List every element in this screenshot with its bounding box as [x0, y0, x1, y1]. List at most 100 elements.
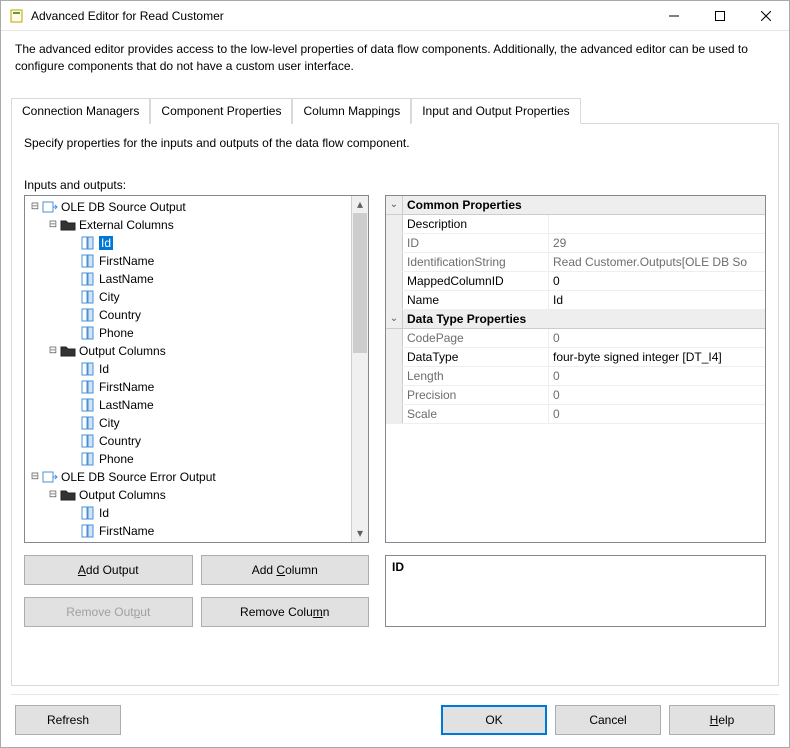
button-bar: Refresh OK Cancel Help — [1, 695, 789, 747]
column-icon — [80, 415, 96, 431]
collapse-icon[interactable]: ⊟ — [47, 345, 59, 356]
remove-output-button: Remove Output — [24, 597, 193, 627]
property-grid[interactable]: ⌄Common Properties Description ID29 Iden… — [385, 195, 766, 543]
scroll-thumb[interactable] — [353, 213, 367, 353]
column-icon — [80, 433, 96, 449]
prop-row-scale[interactable]: Scale0 — [386, 405, 765, 424]
folder-icon — [60, 487, 76, 503]
column-icon — [80, 235, 96, 251]
collapse-icon[interactable]: ⌄ — [386, 196, 403, 214]
window: Advanced Editor for Read Customer The ad… — [0, 0, 790, 748]
tree-item-label: FirstName — [99, 380, 154, 394]
tree-item[interactable]: FirstName — [27, 522, 368, 540]
tab-component-properties[interactable]: Component Properties — [150, 98, 292, 124]
tree-node-error-output[interactable]: ⊟ OLE DB Source Error Output — [27, 468, 368, 486]
close-button[interactable] — [743, 1, 789, 31]
collapse-icon[interactable]: ⊟ — [47, 219, 59, 230]
tab-strip: Connection Managers Component Properties… — [1, 97, 789, 123]
tree-item[interactable]: Country — [27, 306, 368, 324]
tree-item[interactable]: Country — [27, 432, 368, 450]
tree-node-label: Output Columns — [79, 488, 166, 502]
tree-node-label: External Columns — [79, 218, 174, 232]
tree-item[interactable]: City — [27, 414, 368, 432]
tab-input-output-properties[interactable]: Input and Output Properties — [411, 98, 580, 124]
tree-node-output-columns-err[interactable]: ⊟ Output Columns — [27, 486, 368, 504]
tree-item[interactable]: FirstName — [27, 378, 368, 396]
inputs-outputs-label: Inputs and outputs: — [24, 178, 766, 192]
column-icon — [80, 523, 96, 539]
tree-item[interactable]: Phone — [27, 324, 368, 342]
output-icon — [42, 199, 58, 215]
tree-item-label: City — [99, 416, 120, 430]
tree-item-label: FirstName — [99, 524, 154, 538]
app-icon — [9, 8, 25, 24]
tree-item[interactable]: LastName — [27, 396, 368, 414]
scroll-down-icon[interactable]: ▾ — [352, 525, 368, 542]
help-button[interactable]: Help — [669, 705, 775, 735]
column-icon — [80, 379, 96, 395]
property-detail-name: ID — [392, 560, 759, 574]
tree-node-external-columns[interactable]: ⊟ External Columns — [27, 216, 368, 234]
tree-item-label: Country — [99, 308, 141, 322]
folder-icon — [60, 217, 76, 233]
tree-item[interactable]: FirstName — [27, 252, 368, 270]
tree-view[interactable]: ⊟OLE DB Source Output ⊟External Columns … — [24, 195, 369, 543]
tree-item-label: City — [99, 290, 120, 304]
tab-column-mappings[interactable]: Column Mappings — [292, 98, 411, 124]
tree-node-label: OLE DB Source Output — [61, 200, 186, 214]
prop-row-description[interactable]: Description — [386, 215, 765, 234]
maximize-button[interactable] — [697, 1, 743, 31]
instruction-text: Specify properties for the inputs and ou… — [24, 136, 766, 178]
prop-category-datatype[interactable]: ⌄Data Type Properties — [386, 310, 765, 329]
prop-row-precision[interactable]: Precision0 — [386, 386, 765, 405]
column-icon — [80, 397, 96, 413]
column-icon — [80, 505, 96, 521]
collapse-icon[interactable]: ⊟ — [47, 489, 59, 500]
refresh-button[interactable]: Refresh — [15, 705, 121, 735]
tree-item-label: FirstName — [99, 254, 154, 268]
prop-row-codepage[interactable]: CodePage0 — [386, 329, 765, 348]
tree-node-label: OLE DB Source Error Output — [61, 470, 216, 484]
tree-item-label: Phone — [99, 452, 134, 466]
prop-row-identificationstring[interactable]: IdentificationStringRead Customer.Output… — [386, 253, 765, 272]
tree-scrollbar[interactable]: ▴ ▾ — [351, 196, 368, 542]
titlebar: Advanced Editor for Read Customer — [1, 1, 789, 31]
prop-row-datatype[interactable]: DataTypefour-byte signed integer [DT_I4] — [386, 348, 765, 367]
window-title: Advanced Editor for Read Customer — [31, 9, 651, 23]
tree-node-output-columns[interactable]: ⊟Output Columns — [27, 342, 368, 360]
column-icon — [80, 361, 96, 377]
column-icon — [80, 289, 96, 305]
add-column-button[interactable]: Add Column — [201, 555, 370, 585]
tab-connection-managers[interactable]: Connection Managers — [11, 98, 150, 124]
prop-row-mappedcolumnid[interactable]: MappedColumnID0 — [386, 272, 765, 291]
tree-node-source-output[interactable]: ⊟ OLE DB Source Output — [27, 198, 368, 216]
collapse-icon[interactable]: ⊟ — [29, 201, 41, 212]
cancel-button[interactable]: Cancel — [555, 705, 661, 735]
tree-item-label: LastName — [99, 272, 154, 286]
tree-item-label: Id — [99, 236, 113, 250]
tree-item[interactable]: Id — [27, 360, 368, 378]
column-icon — [80, 271, 96, 287]
prop-category-common[interactable]: ⌄Common Properties — [386, 196, 765, 215]
prop-row-name[interactable]: NameId — [386, 291, 765, 310]
tree-item-label: Id — [99, 506, 109, 520]
prop-row-length[interactable]: Length0 — [386, 367, 765, 386]
ok-button[interactable]: OK — [441, 705, 547, 735]
remove-column-button[interactable]: Remove Column — [201, 597, 370, 627]
tree-item[interactable]: City — [27, 288, 368, 306]
collapse-icon[interactable]: ⌄ — [386, 310, 403, 328]
collapse-icon[interactable]: ⊟ — [29, 471, 41, 482]
output-icon — [42, 469, 58, 485]
tree-item-external-id[interactable]: Id — [27, 234, 368, 252]
minimize-button[interactable] — [651, 1, 697, 31]
tree-item-label: Country — [99, 434, 141, 448]
tab-content: Specify properties for the inputs and ou… — [11, 123, 779, 686]
tree-item[interactable]: LastName — [27, 270, 368, 288]
add-output-button[interactable]: Add Output — [24, 555, 193, 585]
prop-row-id[interactable]: ID29 — [386, 234, 765, 253]
tree-item[interactable]: Id — [27, 504, 368, 522]
tree-item-label: LastName — [99, 398, 154, 412]
scroll-up-icon[interactable]: ▴ — [352, 196, 368, 213]
tree-item[interactable]: Phone — [27, 450, 368, 468]
column-icon — [80, 325, 96, 341]
